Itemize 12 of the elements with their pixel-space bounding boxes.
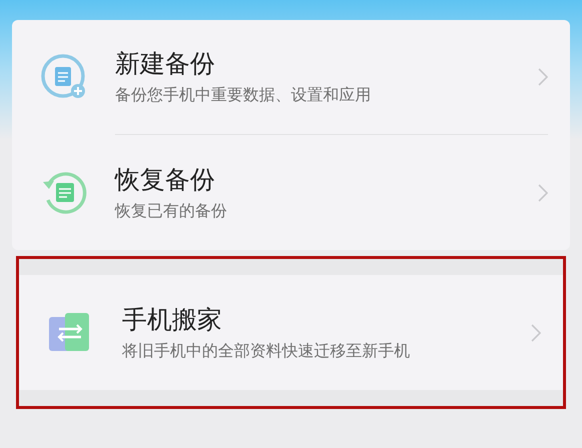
menu-item[interactable]: 恢复备份 恢复已有的备份 xyxy=(12,135,570,250)
item-title: 手机搬家 xyxy=(122,304,223,336)
item-title: 恢复备份 xyxy=(115,164,216,196)
item-title: 新建备份 xyxy=(115,48,216,80)
chevron-right-icon xyxy=(538,68,548,86)
item-subtitle: 恢复已有的备份 xyxy=(115,200,228,222)
menu-item[interactable]: 新建备份 备份您手机中重要数据、设置和应用 xyxy=(12,20,570,135)
menu-item[interactable]: 手机搬家 将旧手机中的全部资料快速迁移至新手机 xyxy=(19,275,563,390)
chevron-right-icon xyxy=(531,324,541,342)
chevron-right-icon xyxy=(538,184,548,202)
item-subtitle: 备份您手机中重要数据、设置和应用 xyxy=(115,84,372,106)
item-subtitle: 将旧手机中的全部资料快速迁移至新手机 xyxy=(122,340,411,362)
